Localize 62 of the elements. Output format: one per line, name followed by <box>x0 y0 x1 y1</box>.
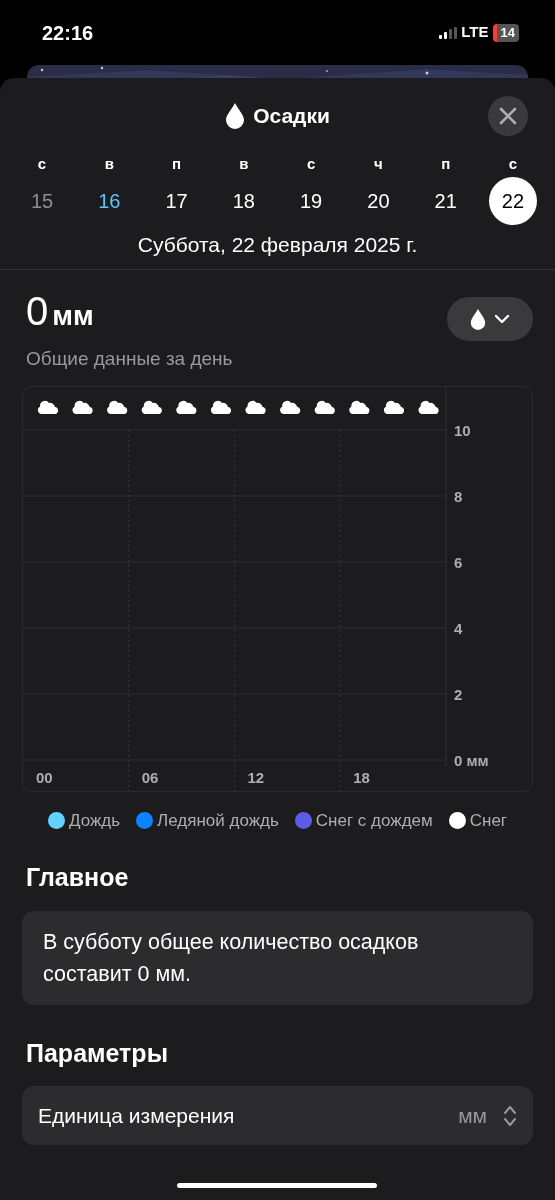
weekday-label: п <box>172 155 182 172</box>
section-heading: Главное <box>26 863 129 891</box>
sheet-title: Осадки <box>253 102 330 129</box>
day-button[interactable]: 18 <box>219 177 268 225</box>
unit-label: мм <box>52 300 94 331</box>
day-button[interactable]: 19 <box>287 177 336 225</box>
legend-label: Дождь <box>68 809 121 832</box>
battery-level: 14 <box>492 23 519 42</box>
type-dropdown[interactable] <box>447 297 533 341</box>
cloud-icon <box>383 400 405 414</box>
section-heading: Параметры <box>26 1038 168 1067</box>
x-axis-label: 06 <box>141 768 159 786</box>
day-button[interactable]: 16 <box>85 177 134 225</box>
total-value: 0 <box>26 289 49 333</box>
y-axis-label: 10 <box>454 421 471 439</box>
cloud-icon <box>280 400 301 414</box>
cloud-icon <box>72 400 93 414</box>
cloud-icon <box>107 400 128 414</box>
day-button[interactable]: 17 <box>152 177 201 225</box>
weekday-label: с <box>508 155 518 172</box>
y-axis-label: 6 <box>454 553 463 571</box>
weekday-label: п <box>441 155 451 172</box>
y-axis-label: 0 мм <box>454 751 489 769</box>
cloud-icon <box>141 400 162 414</box>
droplet-icon <box>470 308 486 330</box>
cloud-icon <box>245 400 266 414</box>
x-axis-label: 12 <box>247 768 265 786</box>
signal-icon <box>439 26 458 39</box>
unit-selector[interactable]: Единица измерения мм <box>22 1086 533 1145</box>
y-axis-label: 8 <box>454 487 463 505</box>
day-button[interactable]: 21 <box>421 177 470 225</box>
network-label: LTE <box>461 22 489 43</box>
legend-label: Снег с дождем <box>315 809 433 832</box>
clock-time: 22:16 <box>42 20 94 46</box>
y-axis-label: 4 <box>454 619 463 637</box>
cloud-icon <box>349 400 370 414</box>
stepper-icon <box>503 1104 517 1127</box>
x-axis-label: 00 <box>36 768 53 786</box>
day-button[interactable]: 22 <box>488 177 537 225</box>
cloud-icon <box>314 400 335 414</box>
weekday-label: с <box>306 155 316 172</box>
y-axis-label: 2 <box>454 685 463 703</box>
day-button[interactable]: 15 <box>18 177 66 225</box>
weekday-label: с <box>37 155 47 172</box>
droplet-icon <box>225 102 246 129</box>
cloud-icon <box>210 400 232 414</box>
cloud-icon <box>37 400 59 414</box>
day-button[interactable]: 20 <box>354 177 403 225</box>
weekday-label: ч <box>374 155 383 172</box>
date-label: Суббота, 22 февраля 2025 г. <box>137 233 418 256</box>
x-axis-label: 18 <box>353 768 370 786</box>
legend-label: Ледяной дождь <box>157 809 279 832</box>
cloud-icon <box>418 400 439 414</box>
close-icon <box>499 107 517 125</box>
summary-caption: Общие данные за день <box>26 348 233 369</box>
legend-label: Снег <box>469 809 508 832</box>
weekday-label: в <box>239 155 249 172</box>
chevron-down-icon <box>494 314 510 324</box>
cloud-icon <box>176 400 197 414</box>
weekday-label: в <box>104 155 114 172</box>
close-button[interactable] <box>488 96 528 136</box>
summary-card: В субботу общее количество осадков составит 0 мм. <box>22 910 533 1005</box>
